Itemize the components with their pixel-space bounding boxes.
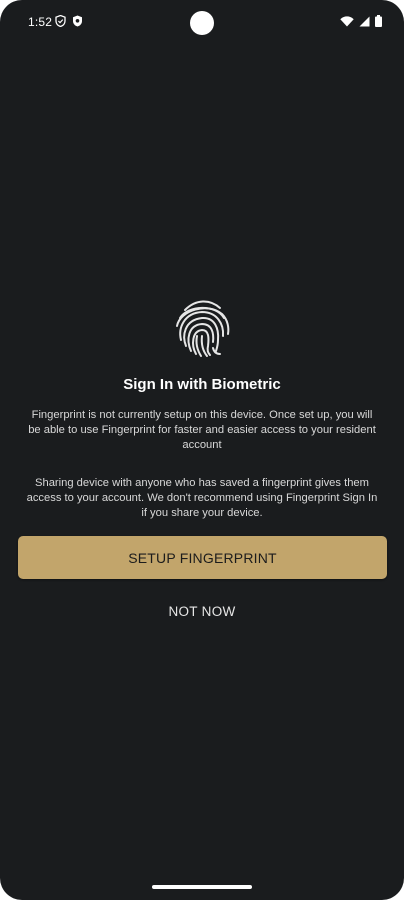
vpn-shield-icon	[55, 15, 66, 27]
setup-fingerprint-button[interactable]: SETUP FINGERPRINT	[18, 536, 387, 579]
page-title: Sign In with Biometric	[123, 376, 281, 393]
signal-icon	[359, 16, 370, 27]
wifi-icon	[340, 15, 354, 27]
gesture-nav-handle[interactable]	[152, 885, 252, 889]
status-left-icons	[55, 15, 83, 27]
sharing-warning: Sharing device with anyone who has saved…	[26, 477, 378, 519]
setup-message: Fingerprint is not currently setup on th…	[28, 409, 376, 451]
status-time: 1:52	[28, 15, 53, 29]
battery-icon	[375, 15, 382, 27]
status-right-icons	[340, 15, 382, 27]
not-now-button[interactable]: NOT NOW	[140, 596, 264, 626]
security-shield-icon	[72, 15, 83, 27]
screen: 1:52 Sign In with Biometric Fingerprint …	[0, 0, 404, 900]
status-bar: 1:52	[0, 0, 404, 44]
camera-cutout	[190, 11, 214, 35]
fingerprint-icon	[172, 296, 232, 358]
